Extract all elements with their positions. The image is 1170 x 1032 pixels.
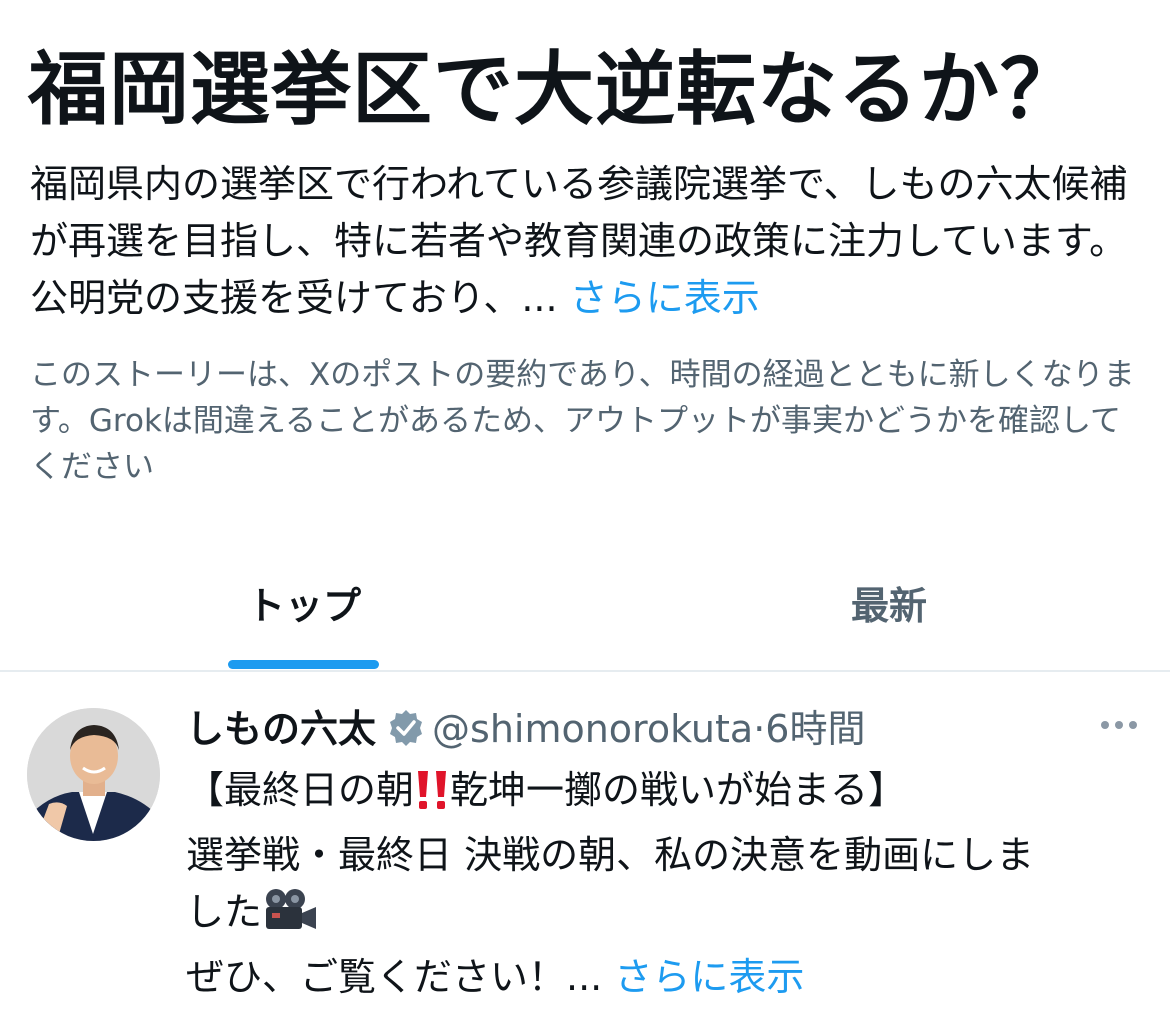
post-line-3-text: した	[186, 890, 263, 934]
story-disclaimer: このストーリーは、Xのポストの要約であり、時間の経過とともに新しくなります。Gr…	[30, 357, 1135, 485]
post-line-1-part-b: 乾坤一擲の戦いが始まる】	[450, 768, 907, 812]
tab-latest[interactable]: 最新	[780, 578, 998, 634]
summary-show-more-link[interactable]: さらに表示	[570, 276, 760, 320]
story-summary: 福岡県内の選挙区で行われている参議院選挙で、しもの六太候補が再選を目指し、特に若…	[30, 156, 1140, 327]
post-line-1-part-a: 【最終日の朝	[186, 768, 415, 812]
tab-bar: トップ 最新	[0, 560, 1170, 670]
movie-camera-icon	[262, 887, 318, 949]
double-exclamation-icon	[414, 769, 450, 827]
tab-divider	[0, 670, 1170, 672]
tab-top[interactable]: トップ	[228, 578, 380, 634]
author-name[interactable]: しもの六太	[186, 707, 376, 751]
verified-badge-icon	[386, 706, 426, 746]
post-text: 【最終日の朝 乾坤一擲の戦いが始まる】 選挙戦・最終日 決戦の朝、私の決意を動画に…	[186, 762, 1136, 1006]
post-header: しもの六太 @shimonorokuta·6時間	[186, 700, 1146, 758]
post-line-2: 選挙戦・最終日 決戦の朝、私の決意を動画にしま	[186, 833, 1035, 877]
story-title: 福岡選挙区で大逆転なるか？	[28, 43, 1081, 136]
author-handle[interactable]: @shimonorokuta	[432, 707, 753, 751]
post-timestamp[interactable]: 6時間	[765, 707, 865, 751]
active-tab-indicator	[228, 660, 379, 669]
header-separator: ·	[753, 707, 766, 751]
avatar-photo	[27, 708, 160, 841]
more-options-icon[interactable]	[1098, 710, 1140, 740]
avatar[interactable]	[27, 708, 160, 841]
post-show-more-link[interactable]: さらに表示	[614, 955, 804, 999]
post-line-4: ぜひ、ご覧ください！... さらに表示	[186, 949, 1136, 1006]
post-line-4-text: ぜひ、ご覧ください！...	[186, 955, 603, 999]
post-line-3: した	[186, 884, 1136, 949]
post-line-1: 【最終日の朝 乾坤一擲の戦いが始まる】	[186, 762, 1136, 827]
